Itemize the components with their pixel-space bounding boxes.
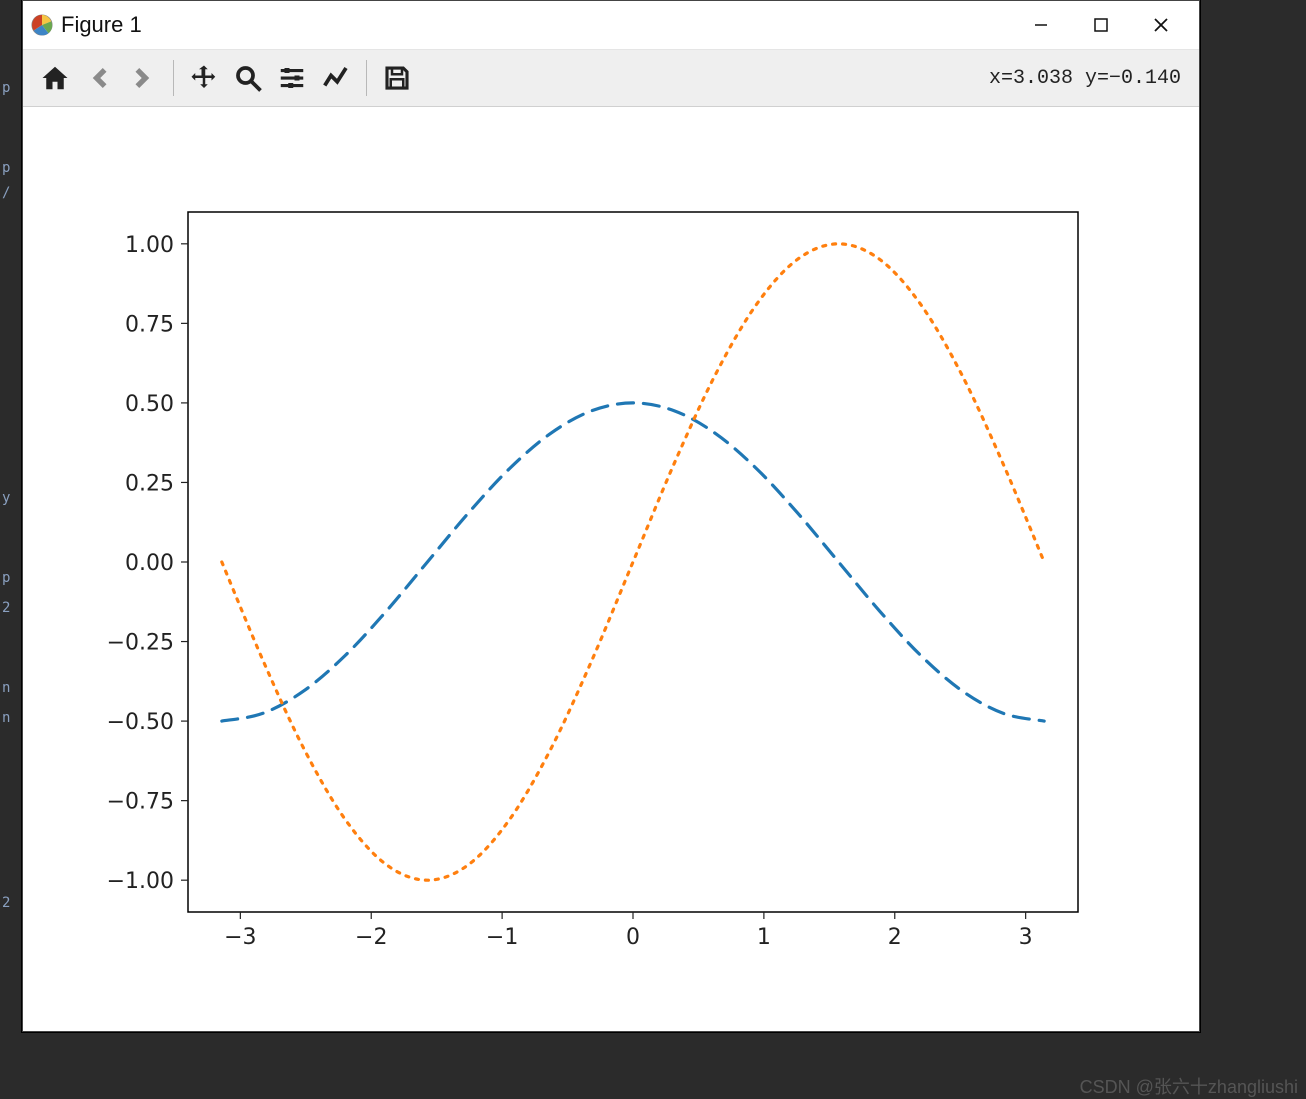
svg-text:−1.00: −1.00 xyxy=(107,869,174,894)
editor-gutter-hints: p p / y p 2 n n 2 xyxy=(0,0,22,1099)
plot-canvas[interactable]: −3 −2 −1 0 1 2 3 −1.00 −0.75 −0.50 −0.25 0.00 0.25 0.… xyxy=(23,107,1199,1031)
svg-text:0.50: 0.50 xyxy=(125,392,174,417)
forward-button[interactable] xyxy=(121,56,165,100)
figure-window: Figure 1 xyxy=(22,0,1200,1032)
svg-text:−0.50: −0.50 xyxy=(107,710,174,735)
close-button[interactable] xyxy=(1131,1,1191,49)
svg-text:2: 2 xyxy=(888,925,902,950)
svg-text:−0.25: −0.25 xyxy=(107,631,174,656)
svg-text:0: 0 xyxy=(626,925,640,950)
toolbar-separator xyxy=(366,60,367,96)
maximize-button[interactable] xyxy=(1071,1,1131,49)
svg-text:1: 1 xyxy=(757,925,771,950)
svg-text:−0.75: −0.75 xyxy=(107,790,174,815)
matplotlib-toolbar: x=3.038 y=−0.140 xyxy=(23,50,1199,107)
series-sin(x) xyxy=(222,244,1044,880)
svg-text:0.75: 0.75 xyxy=(125,312,174,337)
svg-text:−3: −3 xyxy=(224,925,256,950)
home-button[interactable] xyxy=(33,56,77,100)
svg-text:−1: −1 xyxy=(486,925,518,950)
watermark-text: CSDN @张六十zhangliushi xyxy=(1080,1073,1298,1099)
svg-text:1.00: 1.00 xyxy=(125,233,174,258)
back-button[interactable] xyxy=(77,56,121,100)
titlebar[interactable]: Figure 1 xyxy=(23,1,1199,50)
svg-text:−2: −2 xyxy=(355,925,387,950)
svg-text:3: 3 xyxy=(1019,925,1033,950)
edit-axis-button[interactable] xyxy=(314,56,358,100)
window-title: Figure 1 xyxy=(61,12,142,38)
cursor-coordinates: x=3.038 y=−0.140 xyxy=(989,67,1189,90)
save-button[interactable] xyxy=(375,56,419,100)
configure-subplots-button[interactable] xyxy=(270,56,314,100)
zoom-button[interactable] xyxy=(226,56,270,100)
toolbar-separator xyxy=(173,60,174,96)
minimize-button[interactable] xyxy=(1011,1,1071,49)
svg-text:0.00: 0.00 xyxy=(125,551,174,576)
chart-svg: −3 −2 −1 0 1 2 3 −1.00 −0.75 −0.50 −0.25 0.00 0.25 0.… xyxy=(23,107,1199,1031)
svg-text:0.25: 0.25 xyxy=(125,471,174,496)
matplotlib-app-icon xyxy=(31,14,53,36)
pan-button[interactable] xyxy=(182,56,226,100)
